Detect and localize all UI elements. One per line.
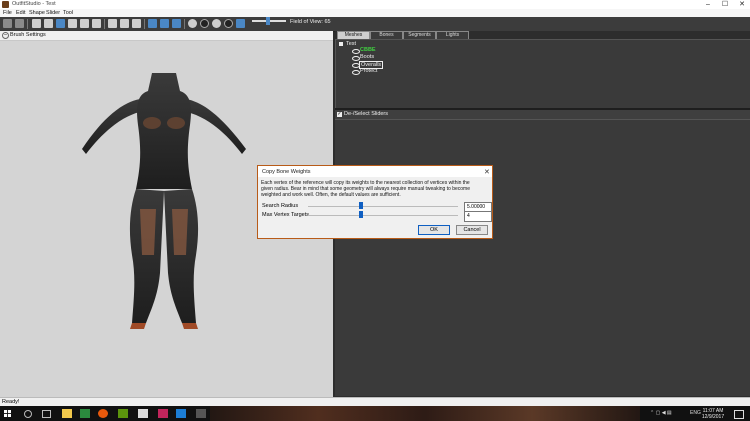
toolbar-separator (104, 19, 105, 29)
title-bar: OutfitStudio - Test – ☐ ✕ (0, 0, 750, 9)
deflate-icon[interactable] (68, 19, 77, 28)
search-radius-slider[interactable] (308, 206, 458, 207)
arrow-tool-icon[interactable] (15, 19, 24, 28)
outfit-studio-taskbar-icon[interactable] (196, 409, 206, 418)
nvidia-icon[interactable] (118, 409, 128, 418)
notifications-icon[interactable] (734, 410, 744, 419)
mail-icon[interactable] (138, 409, 148, 418)
menu-tool[interactable]: Tool (63, 10, 73, 16)
chest-detail (143, 117, 161, 129)
field-of-view-slider-thumb[interactable] (266, 17, 270, 25)
brush-icon[interactable] (32, 19, 41, 28)
search-radius-slider-thumb[interactable] (358, 202, 363, 209)
mesh-tree[interactable]: Test CBBE Boots Overalls Protect (335, 39, 750, 109)
torso (136, 73, 192, 189)
select-tool-icon[interactable] (3, 19, 12, 28)
weight-brush-icon[interactable] (108, 19, 117, 28)
firefox-icon[interactable] (98, 409, 108, 418)
windows-start-icon[interactable] (4, 410, 11, 417)
dialog-description: Each vertex of the reference will copy i… (261, 180, 470, 198)
menu-shape[interactable]: Shape (29, 10, 45, 16)
search-icon[interactable] (24, 410, 32, 418)
left-arm (82, 99, 144, 154)
sliders-header: ✓ De-/Select Sliders (335, 110, 750, 120)
visibility-eye-icon[interactable] (352, 70, 360, 75)
smooth-icon[interactable] (92, 19, 101, 28)
dialog-title: Copy Bone Weights (262, 169, 311, 175)
chest-detail (167, 117, 185, 129)
connected-only-icon[interactable] (160, 19, 169, 28)
left-thigh-skin (140, 209, 156, 255)
toolbar (0, 17, 750, 32)
maximize-button[interactable]: ☐ (717, 0, 733, 9)
collapse-icon[interactable]: – (2, 32, 9, 39)
x-mirror-icon[interactable] (148, 19, 157, 28)
task-view-icon[interactable] (42, 410, 51, 418)
status-text: Ready! (2, 399, 20, 405)
clock-date: 12/9/2017 (701, 414, 725, 420)
right-thigh-skin (172, 209, 188, 255)
toolbar-separator (144, 19, 145, 29)
max-vertex-targets-slider[interactable] (308, 215, 458, 216)
tree-item-boots[interactable]: Boots (360, 54, 374, 60)
tree-root[interactable]: Test (346, 41, 356, 47)
visibility-eye-icon[interactable] (352, 49, 360, 54)
select-sliders-label: De-/Select Sliders (344, 111, 389, 117)
select-sliders-checkbox[interactable]: ✓ (337, 112, 342, 117)
brush-settings-label: Brush Settings (10, 32, 46, 38)
left-foot (130, 323, 146, 329)
tree-item-cbbe[interactable]: CBBE (360, 47, 376, 53)
clock[interactable]: 11:07 AM 12/9/2017 (700, 408, 726, 420)
right-arm (182, 99, 246, 154)
alpha-brush-icon[interactable] (132, 19, 141, 28)
search-radius-label: Search Radius (262, 203, 299, 209)
view-back-icon[interactable] (200, 19, 209, 28)
close-button[interactable]: ✕ (734, 0, 750, 9)
ok-button[interactable]: OK (418, 225, 450, 235)
view-front-icon[interactable] (188, 19, 197, 28)
global-brush-icon[interactable] (172, 19, 181, 28)
tray-icons[interactable]: ⌃ ▢ ◀ ▤ (650, 410, 672, 416)
app-icon[interactable] (80, 409, 90, 418)
menu-file[interactable]: File (3, 10, 12, 16)
inflate-icon[interactable] (56, 19, 65, 28)
view-right-icon[interactable] (224, 19, 233, 28)
brush-settings-bar[interactable]: – Brush Settings (0, 31, 333, 41)
app-icon[interactable] (158, 409, 168, 418)
menu-slider[interactable]: Slider (46, 10, 60, 16)
max-vertex-targets-input[interactable] (464, 211, 492, 222)
perspective-icon[interactable] (236, 19, 245, 28)
move-icon[interactable] (80, 19, 89, 28)
copy-bone-weights-dialog: Copy Bone Weights ✕ Each vertex of the r… (257, 165, 493, 239)
tree-item-protect[interactable]: Protect (360, 68, 377, 74)
field-of-view-label: Field of View: 65 (290, 19, 331, 25)
right-foot (182, 323, 198, 329)
toolbar-separator (184, 19, 185, 29)
dialog-close-icon[interactable]: ✕ (484, 168, 490, 176)
window-title: OutfitStudio - Test (12, 1, 56, 7)
menu-edit[interactable]: Edit (16, 10, 25, 16)
toolbar-separator (27, 19, 28, 29)
mask-icon[interactable] (44, 19, 53, 28)
taskbar-wallpaper (210, 406, 640, 421)
app-icon (2, 1, 9, 8)
panel-tabs: Meshes Bones Segments Lights (335, 31, 750, 40)
color-brush-icon[interactable] (120, 19, 129, 28)
max-vertex-targets-slider-thumb[interactable] (358, 211, 363, 218)
cancel-button[interactable]: Cancel (456, 225, 488, 235)
steam-icon[interactable] (176, 409, 186, 418)
file-explorer-icon[interactable] (62, 409, 72, 418)
sliders-panel[interactable] (335, 120, 750, 396)
view-left-icon[interactable] (212, 19, 221, 28)
max-vertex-targets-label: Max Vertex Targets (262, 212, 309, 218)
tree-expand-icon[interactable] (339, 42, 343, 46)
taskbar: ⌃ ▢ ◀ ▤ ENG 11:07 AM 12/9/2017 (0, 406, 750, 421)
minimize-button[interactable]: – (700, 0, 716, 9)
